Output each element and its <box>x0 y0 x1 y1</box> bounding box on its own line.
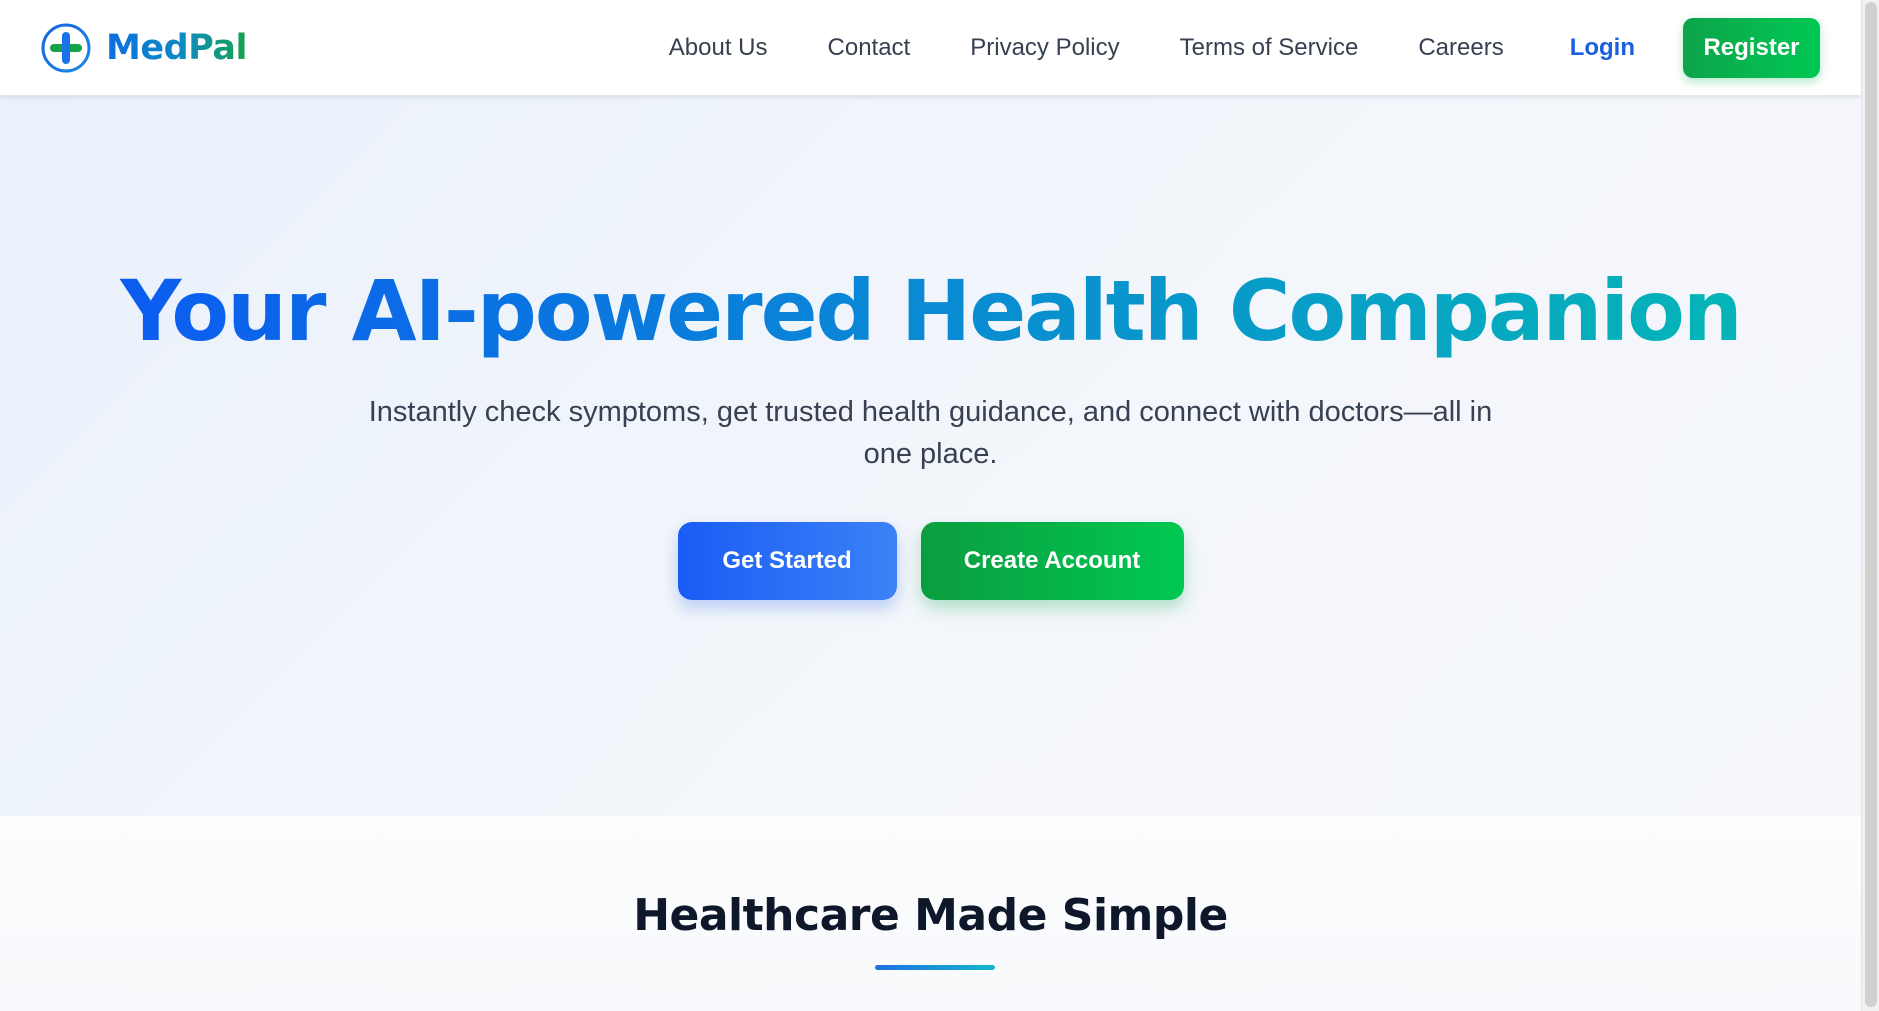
nav-link-careers[interactable]: Careers <box>1418 34 1503 62</box>
register-button[interactable]: Register <box>1683 18 1820 78</box>
login-link[interactable]: Login <box>1570 34 1635 62</box>
main-area: MedPal About Us Contact Privacy Policy T… <box>0 0 1861 1011</box>
medical-cross-icon <box>41 23 91 73</box>
hero-section: Your AI-powered Health Companion Instant… <box>0 96 1861 816</box>
create-account-button[interactable]: Create Account <box>920 522 1184 600</box>
main-nav: About Us Contact Privacy Policy Terms of… <box>609 0 1861 96</box>
scrollbar-thumb[interactable] <box>1865 2 1877 1007</box>
logo-link[interactable]: MedPal <box>40 20 247 76</box>
get-started-button[interactable]: Get Started <box>677 522 897 600</box>
brand-name: MedPal <box>106 28 247 68</box>
hero-subtitle: Instantly check symptoms, get trusted he… <box>368 396 1493 470</box>
title-underline <box>875 965 995 970</box>
features-title: Healthcare Made Simple <box>633 890 1228 941</box>
nav-link-terms-of-service[interactable]: Terms of Service <box>1180 34 1359 62</box>
nav-link-contact[interactable]: Contact <box>828 34 911 62</box>
nav-link-about-us[interactable]: About Us <box>669 34 768 62</box>
page: MedPal About Us Contact Privacy Policy T… <box>0 0 1879 1011</box>
hero-title: Your AI-powered Health Companion <box>0 261 1861 361</box>
features-section: Healthcare Made Simple <box>0 816 1861 1011</box>
site-header: MedPal About Us Contact Privacy Policy T… <box>0 0 1861 96</box>
vertical-scrollbar[interactable] <box>1861 0 1879 1011</box>
hero-title-text: Your AI-powered Health Companion <box>120 262 1742 360</box>
nav-link-privacy-policy[interactable]: Privacy Policy <box>970 34 1119 62</box>
hero-cta-group: Get Started Create Account <box>0 522 1861 600</box>
